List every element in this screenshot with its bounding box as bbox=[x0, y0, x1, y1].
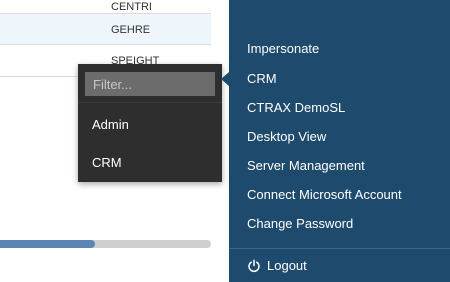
user-menu-panel: Impersonate CRM CTRAX DemoSL Desktop Vie… bbox=[221, 0, 450, 282]
menu-divider bbox=[229, 248, 450, 249]
logout-button[interactable]: Logout bbox=[247, 258, 307, 273]
menu-item-crm[interactable]: CRM bbox=[247, 71, 277, 86]
dropdown-divider bbox=[78, 102, 222, 103]
progress-bar bbox=[0, 240, 211, 248]
power-icon bbox=[248, 258, 260, 272]
menu-item-server-management[interactable]: Server Management bbox=[247, 158, 365, 173]
table-cell: CENTRI bbox=[111, 1, 152, 13]
filter-input[interactable] bbox=[85, 72, 215, 96]
menu-item-desktop-view[interactable]: Desktop View bbox=[247, 129, 326, 144]
panel-caret bbox=[221, 72, 229, 86]
menu-item-connect-microsoft-account[interactable]: Connect Microsoft Account bbox=[247, 187, 402, 202]
dropdown-option-admin[interactable]: Admin bbox=[92, 117, 129, 132]
table-row[interactable]: GEHRE bbox=[0, 13, 211, 45]
menu-item-impersonate[interactable]: Impersonate bbox=[247, 41, 319, 56]
menu-item-change-password[interactable]: Change Password bbox=[247, 216, 353, 231]
role-dropdown: Admin CRM bbox=[78, 64, 222, 182]
menu-item-ctrax-demosl[interactable]: CTRAX DemoSL bbox=[247, 100, 345, 115]
table-cell: GEHRE bbox=[111, 24, 151, 36]
dropdown-option-crm[interactable]: CRM bbox=[92, 155, 122, 170]
logout-label: Logout bbox=[267, 258, 307, 273]
progress-fill bbox=[0, 240, 95, 248]
